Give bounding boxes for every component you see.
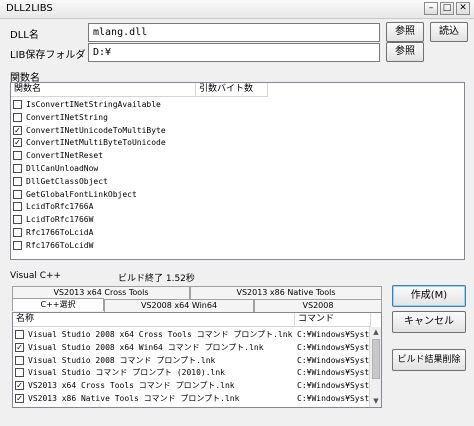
function-name: ConvertINetMultiByteToUnicode [26, 138, 166, 148]
tool-row[interactable]: ✓ Visual Studio 2008 x64 Win64 コマンド プロンプト… [15, 341, 374, 354]
scroll-thumb[interactable] [372, 339, 380, 379]
tool-row[interactable]: ✓ VS2013 x64 Cross Tools コマンド プロンプト.lnk C:… [15, 379, 374, 392]
tool-checkbox[interactable] [15, 368, 24, 378]
tool-list[interactable]: 名称 コマンド Visual Studio 2008 x64 Cross Too… [12, 312, 382, 408]
tool-checkbox[interactable]: ✓ [15, 342, 24, 352]
minimize-button[interactable]: – [424, 2, 438, 15]
tool-command: C:¥Windows¥Syste [297, 342, 375, 352]
tool-name: VS2013 x64 Cross Tools コマンド プロンプト.lnk [28, 381, 235, 391]
function-checkbox[interactable] [13, 100, 22, 109]
cancel-button[interactable]: キャンセル [392, 311, 466, 333]
tool-name: Visual Studio コマンド プロンプト (2010).lnk [28, 368, 225, 378]
function-list[interactable]: 関数名 引数バイト数 IsConvertINetStringAvailable C… [10, 82, 465, 260]
scroll-down-icon[interactable]: ▼ [371, 396, 381, 406]
function-name: IsConvertINetStringAvailable [26, 100, 161, 109]
dll-label: DLL名 [10, 30, 39, 41]
window-title: DLL2LIBS [6, 3, 53, 14]
function-name: LcidToRfc1766W [26, 215, 94, 225]
function-row[interactable]: DllCanUnloadNow [13, 162, 453, 175]
function-checkbox[interactable] [13, 176, 22, 186]
function-row[interactable]: ConvertINetReset [13, 149, 453, 162]
function-name: DllCanUnloadNow [26, 164, 99, 173]
function-row[interactable]: GetGlobalFontLinkObject [13, 188, 453, 201]
function-row[interactable]: LcidToRfc1766W [13, 213, 453, 226]
tool-name: Visual Studio 2008 x64 Win64 コマンド プロンプト.… [28, 342, 264, 352]
function-row[interactable]: ✓ ConvertINetMultiByteToUnicode [13, 136, 453, 149]
create-button[interactable]: 作成(M) [392, 285, 466, 307]
function-name: Rfc1766ToLcidW [26, 240, 94, 250]
tool-row[interactable]: Visual Studio 2008 コマンド プロンプト.lnk C:¥Wind… [15, 354, 374, 367]
function-checkbox[interactable]: ✓ [13, 125, 22, 135]
function-row[interactable]: DllGetClassObject [13, 175, 453, 188]
function-checkbox[interactable] [13, 202, 22, 212]
tool-checkbox[interactable] [15, 355, 24, 365]
scroll-up-icon[interactable]: ▲ [371, 327, 381, 337]
browse-dll-button[interactable]: 参照 [386, 22, 424, 42]
function-row[interactable]: LcidToRfc1766A [13, 200, 453, 213]
function-checkbox[interactable]: ✓ [13, 138, 22, 148]
function-checkbox[interactable] [13, 215, 22, 225]
tool-checkbox[interactable]: ✓ [15, 394, 24, 403]
function-checkbox[interactable] [13, 240, 22, 250]
tool-command: C:¥Windows¥Syste [297, 381, 375, 391]
tool-row[interactable]: Visual Studio 2008 x64 Cross Tools コマンド … [15, 328, 374, 341]
tool-checkbox[interactable] [15, 330, 24, 339]
function-name: ConvertINetReset [26, 151, 104, 161]
tool-name: Visual Studio 2008 コマンド プロンプト.lnk [28, 355, 216, 365]
function-name: ConvertINetUnicodeToMultiByte [26, 125, 166, 135]
function-row[interactable]: IsConvertINetStringAvailable [13, 98, 453, 111]
tab-vs2008-x64-win64[interactable]: VS2008 x64 Win64 [104, 299, 254, 312]
function-row[interactable]: ConvertINetString [13, 111, 453, 124]
tool-name: Visual Studio 2008 x64 Cross Tools コマンド … [28, 330, 293, 339]
close-button[interactable]: ✕ [456, 2, 470, 15]
tool-list-scrollbar[interactable]: ▲ ▼ [369, 327, 381, 407]
browse-lib-button[interactable]: 参照 [386, 42, 424, 62]
column-header-name[interactable]: 名称 [13, 313, 295, 327]
function-name: GetGlobalFontLinkObject [26, 189, 137, 199]
lib-folder-field[interactable]: D:¥ [88, 43, 380, 62]
tab-vs2013-x86-native[interactable]: VS2013 x86 Native Tools [190, 286, 382, 299]
function-row[interactable]: ✓ ConvertINetUnicodeToMultiByte [13, 124, 453, 137]
dll-field[interactable]: mlang.dll [88, 23, 380, 42]
title-bar[interactable]: DLL2LIBS – □ ✕ [0, 0, 474, 19]
function-name: DllGetClassObject [26, 176, 108, 186]
column-header-function-name[interactable]: 関数名 [11, 83, 196, 97]
tool-row[interactable]: Visual Studio コマンド プロンプト (2010).lnk C:¥Wi… [15, 366, 374, 379]
tool-command: C:¥Windows¥Syste [297, 355, 375, 365]
compiler-label: Visual C++ [10, 271, 62, 281]
load-button[interactable]: 読込 [430, 22, 468, 42]
function-checkbox[interactable] [13, 112, 22, 122]
tab-cpp-select[interactable]: C++選択 [12, 298, 104, 311]
tool-command: C:¥Windows¥Syste [297, 330, 375, 339]
function-checkbox[interactable] [13, 164, 22, 173]
function-checkbox[interactable] [13, 228, 22, 237]
column-header-arg-bytes[interactable]: 引数バイト数 [196, 83, 268, 97]
tool-checkbox[interactable]: ✓ [15, 381, 24, 391]
tool-name: VS2013 x86 Native Tools コマンド プロンプト.lnk [28, 394, 240, 403]
function-name: ConvertINetString [26, 112, 108, 122]
tool-row[interactable]: ✓ VS2013 x86 Native Tools コマンド プロンプト.lnk C… [15, 392, 374, 405]
tab-vs2008[interactable]: VS2008 [254, 299, 382, 312]
maximize-button[interactable]: □ [440, 2, 454, 15]
lib-folder-label: LIB保存フォルダ [10, 50, 86, 61]
tool-command: C:¥Windows¥Syste [297, 394, 375, 403]
function-row[interactable]: Rfc1766ToLcidA [13, 226, 453, 239]
tool-command: C:¥Windows¥Syste [297, 368, 375, 378]
column-header-command[interactable]: コマンド [295, 313, 371, 327]
function-row[interactable]: Rfc1766ToLcidW [13, 239, 453, 252]
function-name: LcidToRfc1766A [26, 202, 94, 212]
delete-build-results-button[interactable]: ビルド結果削除 [392, 349, 466, 371]
function-name: Rfc1766ToLcidA [26, 228, 94, 237]
build-status: ビルド終了 1.52秒 [118, 274, 195, 284]
function-checkbox[interactable] [13, 189, 22, 199]
function-checkbox[interactable] [13, 151, 22, 161]
